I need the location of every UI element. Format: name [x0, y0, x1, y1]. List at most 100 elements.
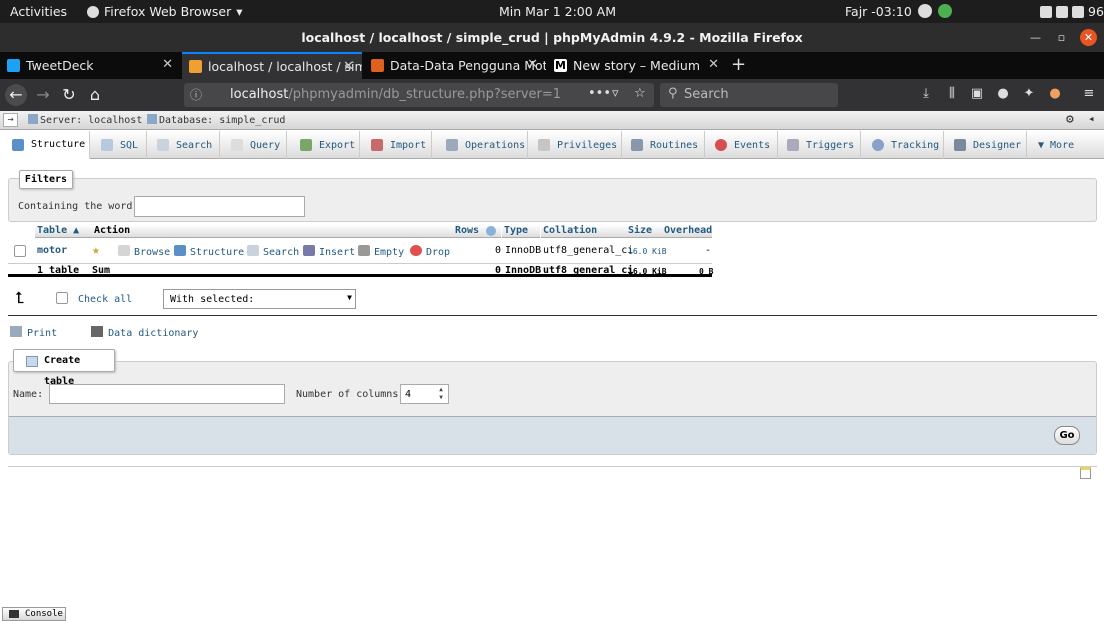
insert-label: Insert — [319, 247, 356, 258]
console-toggle[interactable]: Console — [2, 607, 66, 621]
tab-tweetdeck[interactable]: TweetDeck ✕ — [0, 52, 181, 79]
prayer-time-indicator[interactable]: Fajr -03:10 — [845, 4, 912, 19]
header-type[interactable]: Type — [502, 225, 540, 238]
tab-sql[interactable]: SQL — [91, 131, 147, 159]
tab-export[interactable]: Export — [288, 131, 360, 159]
minimize-button[interactable]: — — [1027, 29, 1044, 46]
url-text[interactable]: localhost/phpmyadmin/db_structure.php?se… — [230, 87, 560, 102]
forward-button[interactable]: → — [32, 84, 54, 106]
sum-label: Sum — [92, 265, 111, 276]
header-rows[interactable]: Rows — [453, 225, 501, 238]
structure-icon — [174, 245, 186, 256]
back-button[interactable]: ← — [5, 84, 27, 106]
tab-triggers[interactable]: Triggers — [779, 131, 861, 159]
tab-phpmyadmin[interactable]: localhost / localhost / simple_crud ✕ — [182, 52, 362, 79]
with-selected-select[interactable]: With selected: ▼ — [163, 289, 356, 309]
hamburger-menu-icon[interactable]: ≡ — [1080, 86, 1098, 104]
home-button[interactable]: ⌂ — [84, 84, 106, 106]
addon-icon[interactable]: ● — [1046, 86, 1064, 104]
filter-input[interactable] — [134, 196, 305, 217]
download-icon[interactable]: ⤓ — [917, 86, 935, 104]
columns-number-input[interactable]: 4 ▲ ▼ — [400, 384, 449, 404]
data-dictionary-link[interactable]: Data dictionary — [91, 326, 212, 339]
table-name-link[interactable]: motor — [37, 245, 67, 256]
library-icon[interactable]: ⫼ — [943, 86, 961, 104]
tab-data-pengguna[interactable]: Data-Data Pengguna Motor ✕ — [364, 52, 546, 79]
tab-medium[interactable]: M New story – Medium ✕ — [547, 52, 727, 79]
activities-button[interactable]: Activities — [10, 4, 67, 19]
tab-routines[interactable]: Routines — [623, 131, 705, 159]
steam-icon[interactable] — [918, 4, 932, 18]
table-name-input[interactable] — [49, 384, 285, 404]
browse-action[interactable]: Browse — [118, 245, 170, 258]
print-link[interactable]: Print — [10, 326, 71, 339]
header-overhead[interactable]: Overhead — [662, 225, 712, 238]
new-tab-button[interactable]: + — [731, 54, 746, 75]
close-tab-icon[interactable]: ✕ — [162, 57, 173, 72]
clock[interactable]: Min Mar 1 2:00 AM — [499, 4, 616, 19]
row-size[interactable]: 16.0 KiB — [628, 247, 667, 256]
maximize-button[interactable]: ▫ — [1053, 29, 1070, 46]
tab-designer[interactable]: Designer — [945, 131, 1027, 159]
clock-icon — [715, 139, 727, 151]
designer-icon — [954, 139, 966, 151]
tab-more[interactable]: ▼ More — [1028, 131, 1104, 159]
tab-label: Events — [734, 139, 771, 151]
search-action[interactable]: Search — [247, 245, 299, 258]
spinner-icon[interactable]: ▲ ▼ — [436, 386, 446, 402]
go-button[interactable]: Go — [1054, 426, 1080, 445]
insert-action[interactable]: Insert — [303, 245, 355, 258]
check-all-label[interactable]: Check all — [78, 294, 132, 305]
tab-structure[interactable]: Structure — [0, 131, 90, 159]
url-bar[interactable]: ⓘ localhost/phpmyadmin/db_structure.php?… — [184, 83, 654, 107]
eye-icon — [872, 139, 884, 151]
site-info-icon[interactable]: ⓘ — [190, 86, 202, 103]
favorite-star-icon[interactable]: ★ — [92, 243, 100, 258]
structure-icon — [12, 138, 24, 151]
close-window-button[interactable]: ✕ — [1080, 29, 1097, 46]
help-icon[interactable] — [486, 226, 496, 236]
empty-action[interactable]: Empty — [358, 245, 404, 258]
tab-privileges[interactable]: Privileges — [529, 131, 622, 159]
row-collation: utf8_general_ci — [543, 245, 634, 256]
tab-import[interactable]: Import — [361, 131, 432, 159]
close-tab-icon[interactable]: ✕ — [708, 57, 719, 72]
breadcrumb-server[interactable]: Server: localhost » — [28, 114, 154, 126]
tab-search[interactable]: Search — [148, 131, 220, 159]
tab-query[interactable]: Query — [221, 131, 287, 159]
drop-label: Drop — [426, 247, 451, 258]
tab-label: Import — [390, 139, 427, 151]
extension-icon[interactable]: ● — [994, 86, 1012, 104]
drop-action[interactable]: Drop — [410, 245, 450, 258]
check-all-checkbox[interactable] — [56, 292, 68, 304]
reload-button[interactable]: ↻ — [58, 84, 80, 106]
tab-label: Structure — [31, 139, 86, 150]
tab-tracking[interactable]: Tracking — [862, 131, 944, 159]
header-table[interactable]: Table ▲ — [35, 225, 92, 238]
addon-icon[interactable]: ✦ — [1020, 86, 1038, 104]
collapse-icon[interactable]: ◂ — [1088, 112, 1095, 125]
breadcrumb-database[interactable]: Database: simple_crud — [147, 114, 285, 126]
navigation-toggle-icon[interactable]: → — [3, 113, 18, 127]
messenger-icon[interactable] — [938, 4, 952, 18]
bookmark-star-icon[interactable]: ☆ — [634, 86, 646, 101]
sidebar-icon[interactable]: ▣ — [968, 86, 986, 104]
create-table-footer — [9, 416, 1096, 454]
gear-icon[interactable]: ⚙ — [1066, 112, 1074, 127]
row-checkbox[interactable] — [14, 245, 26, 257]
page-note-icon[interactable] — [1080, 467, 1091, 479]
close-tab-icon[interactable]: ✕ — [527, 57, 538, 72]
status-menu[interactable]: 96 % — [1040, 4, 1104, 19]
divider — [8, 466, 1097, 467]
tab-events[interactable]: Events — [706, 131, 778, 159]
header-size[interactable]: Size — [626, 225, 662, 238]
app-menu[interactable]: Firefox Web Browser ▾ — [87, 4, 243, 19]
search-bar[interactable]: ⚲ Search — [660, 83, 838, 107]
header-collation[interactable]: Collation — [541, 225, 626, 238]
tab-operations[interactable]: Operations — [433, 131, 528, 159]
close-tab-icon[interactable]: ✕ — [343, 59, 354, 74]
structure-action[interactable]: Structure — [174, 245, 244, 258]
pocket-icon[interactable]: ▿ — [612, 86, 619, 101]
triggers-icon — [787, 139, 799, 151]
page-actions-icon[interactable]: ••• — [588, 86, 611, 101]
